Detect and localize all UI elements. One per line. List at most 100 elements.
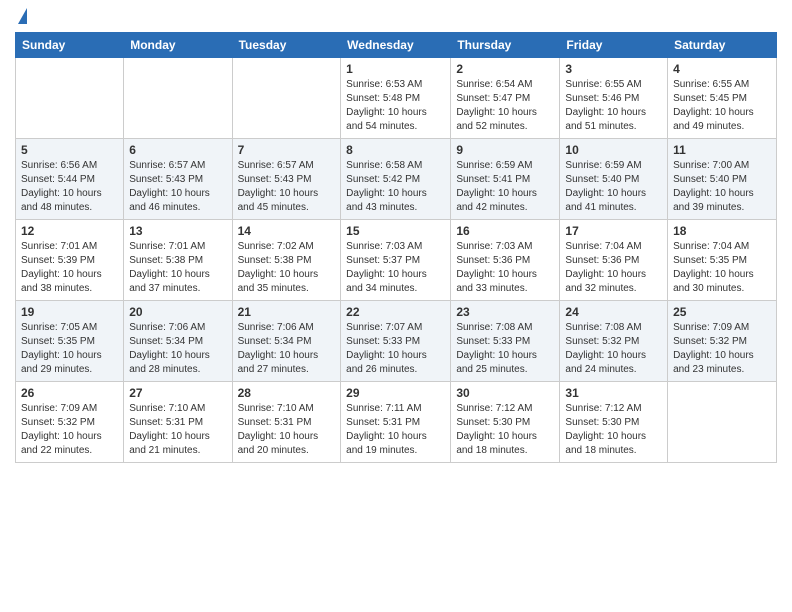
- calendar-cell: 15 Sunrise: 7:03 AMSunset: 5:37 PMDayligh…: [341, 220, 451, 301]
- day-info: Sunrise: 7:10 AM: [238, 402, 336, 416]
- day-info: Daylight: 10 hours: [238, 268, 336, 282]
- day-info: Daylight: 10 hours: [129, 430, 226, 444]
- day-info: Sunrise: 7:01 AM: [21, 240, 118, 254]
- day-info: Sunrise: 6:57 AM: [129, 159, 226, 173]
- day-number: 30: [456, 386, 554, 400]
- day-info: Sunrise: 6:54 AM: [456, 78, 554, 92]
- day-info: and 33 minutes.: [456, 282, 554, 296]
- day-info: and 20 minutes.: [238, 444, 336, 458]
- calendar-cell: 25Sunrise: 7:09 AMSunset: 5:32 PMDayligh…: [668, 301, 777, 382]
- day-number: 19: [21, 305, 118, 319]
- calendar-cell: 1Sunrise: 6:53 AMSunset: 5:48 PMDaylight…: [341, 58, 451, 139]
- day-info: Sunset: 5:34 PM: [238, 335, 336, 349]
- day-info: Sunrise: 7:06 AM: [238, 321, 336, 335]
- calendar-cell: 23Sunrise: 7:08 AMSunset: 5:33 PMDayligh…: [451, 301, 560, 382]
- day-number: 8: [346, 143, 445, 157]
- day-info: Daylight: 10 hours: [565, 187, 662, 201]
- day-info: Sunrise: 7:00 AM: [673, 159, 771, 173]
- day-info: and 39 minutes.: [673, 201, 771, 215]
- calendar-cell: 22Sunrise: 7:07 AMSunset: 5:33 PMDayligh…: [341, 301, 451, 382]
- day-info: and 21 minutes.: [129, 444, 226, 458]
- day-info: Sunset: 5:32 PM: [673, 335, 771, 349]
- day-info: Sunset: 5:32 PM: [21, 416, 118, 430]
- day-info: Sunset: 5:31 PM: [346, 416, 445, 430]
- day-number: 23: [456, 305, 554, 319]
- calendar-cell: 5Sunrise: 6:56 AMSunset: 5:44 PMDaylight…: [16, 139, 124, 220]
- calendar-cell: 8Sunrise: 6:58 AMSunset: 5:42 PMDaylight…: [341, 139, 451, 220]
- day-info: Daylight: 10 hours: [346, 349, 445, 363]
- calendar-cell: 17Sunrise: 7:04 AMSunset: 5:36 PMDayligh…: [560, 220, 668, 301]
- day-info: Sunset: 5:40 PM: [565, 173, 662, 187]
- day-info: Sunrise: 6:58 AM: [346, 159, 445, 173]
- day-info: and 28 minutes.: [129, 363, 226, 377]
- calendar-cell: 30Sunrise: 7:12 AMSunset: 5:30 PMDayligh…: [451, 382, 560, 463]
- day-number: 15: [346, 224, 445, 238]
- calendar-cell: 9Sunrise: 6:59 AMSunset: 5:41 PMDaylight…: [451, 139, 560, 220]
- day-info: Daylight: 10 hours: [346, 106, 445, 120]
- day-number: 29: [346, 386, 445, 400]
- day-info: Sunrise: 6:56 AM: [21, 159, 118, 173]
- day-info: and 18 minutes.: [456, 444, 554, 458]
- calendar-cell: 3Sunrise: 6:55 AMSunset: 5:46 PMDaylight…: [560, 58, 668, 139]
- day-info: Sunset: 5:32 PM: [565, 335, 662, 349]
- day-info: Sunrise: 6:55 AM: [673, 78, 771, 92]
- day-number: 4: [673, 62, 771, 76]
- day-info: and 52 minutes.: [456, 120, 554, 134]
- calendar-cell: [16, 58, 124, 139]
- day-number: 7: [238, 143, 336, 157]
- day-number: 3: [565, 62, 662, 76]
- day-info: Daylight: 10 hours: [21, 187, 118, 201]
- day-number: 20: [129, 305, 226, 319]
- day-info: Sunrise: 7:02 AM: [238, 240, 336, 254]
- day-info: Daylight: 10 hours: [565, 106, 662, 120]
- day-info: Daylight: 10 hours: [456, 349, 554, 363]
- day-number: 14: [238, 224, 336, 238]
- day-info: Sunrise: 6:57 AM: [238, 159, 336, 173]
- day-info: Daylight: 10 hours: [456, 187, 554, 201]
- day-info: and 43 minutes.: [346, 201, 445, 215]
- day-info: Sunrise: 7:12 AM: [456, 402, 554, 416]
- day-info: Daylight: 10 hours: [565, 430, 662, 444]
- day-info: and 49 minutes.: [673, 120, 771, 134]
- day-info: Sunset: 5:37 PM: [346, 254, 445, 268]
- day-info: and 18 minutes.: [565, 444, 662, 458]
- calendar-cell: 31Sunrise: 7:12 AMSunset: 5:30 PMDayligh…: [560, 382, 668, 463]
- day-info: Sunrise: 7:01 AM: [129, 240, 226, 254]
- day-info: Sunrise: 7:06 AM: [129, 321, 226, 335]
- day-info: Sunrise: 7:05 AM: [21, 321, 118, 335]
- calendar-header-wednesday: Wednesday: [341, 33, 451, 58]
- day-info: and 32 minutes.: [565, 282, 662, 296]
- calendar-cell: [232, 58, 341, 139]
- calendar-header-thursday: Thursday: [451, 33, 560, 58]
- day-info: Sunrise: 7:09 AM: [21, 402, 118, 416]
- day-info: Daylight: 10 hours: [238, 430, 336, 444]
- day-info: and 41 minutes.: [565, 201, 662, 215]
- day-info: Daylight: 10 hours: [456, 268, 554, 282]
- day-number: 11: [673, 143, 771, 157]
- day-info: and 37 minutes.: [129, 282, 226, 296]
- day-info: Sunrise: 7:03 AM: [346, 240, 445, 254]
- logo: [15, 10, 27, 26]
- calendar-cell: [124, 58, 232, 139]
- day-info: Sunset: 5:35 PM: [21, 335, 118, 349]
- calendar-header-tuesday: Tuesday: [232, 33, 341, 58]
- day-info: Sunrise: 7:10 AM: [129, 402, 226, 416]
- calendar-cell: 19Sunrise: 7:05 AMSunset: 5:35 PMDayligh…: [16, 301, 124, 382]
- day-number: 18: [673, 224, 771, 238]
- calendar-cell: 28Sunrise: 7:10 AMSunset: 5:31 PMDayligh…: [232, 382, 341, 463]
- calendar-header-saturday: Saturday: [668, 33, 777, 58]
- header: [15, 10, 777, 26]
- day-info: Daylight: 10 hours: [346, 187, 445, 201]
- day-info: Sunset: 5:30 PM: [565, 416, 662, 430]
- day-info: Sunrise: 7:04 AM: [673, 240, 771, 254]
- calendar-table: SundayMondayTuesdayWednesdayThursdayFrid…: [15, 32, 777, 463]
- day-info: Sunrise: 6:59 AM: [565, 159, 662, 173]
- day-info: Sunrise: 7:03 AM: [456, 240, 554, 254]
- calendar-cell: 2Sunrise: 6:54 AMSunset: 5:47 PMDaylight…: [451, 58, 560, 139]
- day-info: Sunset: 5:33 PM: [346, 335, 445, 349]
- calendar-header-friday: Friday: [560, 33, 668, 58]
- day-number: 22: [346, 305, 445, 319]
- day-info: Sunrise: 6:53 AM: [346, 78, 445, 92]
- day-info: Daylight: 10 hours: [346, 268, 445, 282]
- day-number: 26: [21, 386, 118, 400]
